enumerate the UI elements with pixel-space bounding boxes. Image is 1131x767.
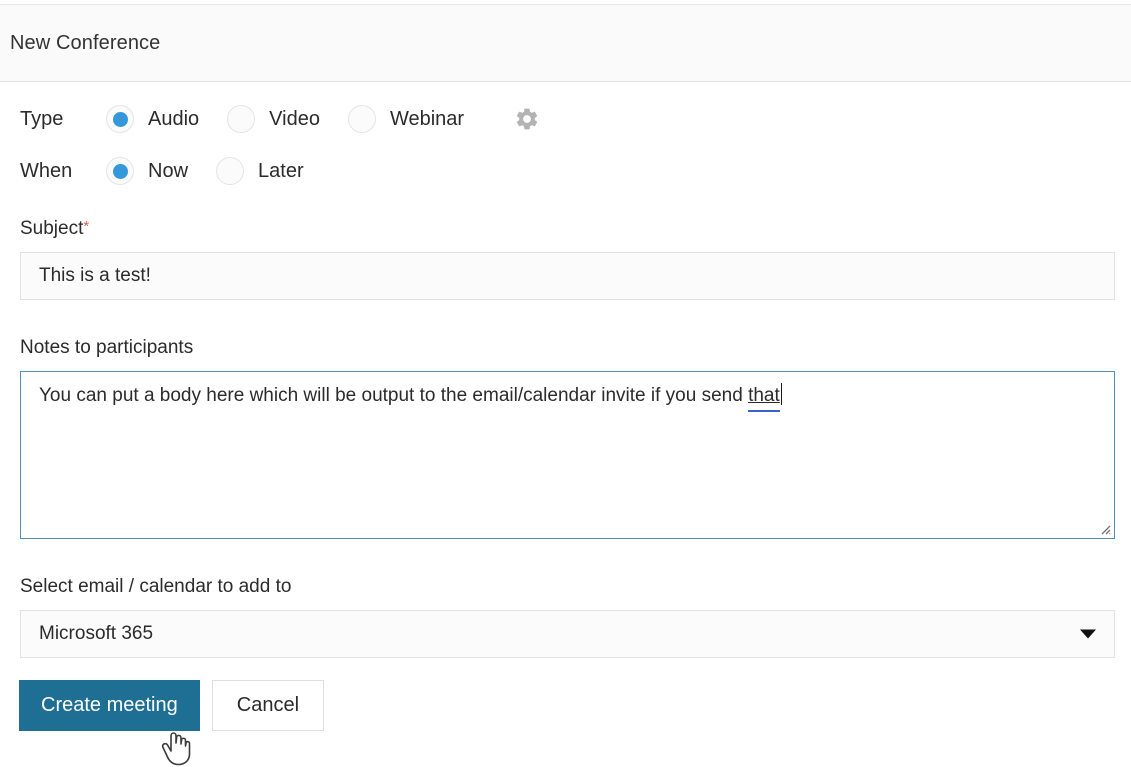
radio-mark-audio[interactable] [106,105,134,133]
radio-option-video[interactable]: Video [227,105,320,133]
radio-mark-video[interactable] [227,105,256,133]
conference-form: Type Audio Video Webinar When Now Later … [0,83,1131,731]
cancel-button[interactable]: Cancel [211,680,325,731]
page-title: New Conference [10,31,161,54]
radio-label-webinar: Webinar [389,107,465,130]
radio-label-later: Later [258,159,304,182]
notes-text-content: You can put a body here which will be ou… [39,383,1104,409]
notes-text-misspelled-word: that [748,385,780,406]
notes-textarea[interactable]: You can put a body here which will be ou… [20,371,1115,539]
radio-option-webinar[interactable]: Webinar [347,105,465,133]
subject-label-text: Subject [20,218,84,239]
when-row-label: When [20,159,73,182]
radio-label-video: Video [269,107,320,130]
type-row: Type Audio Video Webinar [0,93,1131,145]
required-asterisk: * [83,218,90,235]
subject-input[interactable] [20,252,1115,300]
radio-label-audio: Audio [148,107,200,130]
notes-text-prefix: You can put a body here which will be ou… [39,385,749,406]
notes-label: Notes to participants [20,337,194,358]
create-meeting-button[interactable]: Create meeting [19,680,200,731]
radio-option-audio[interactable]: Audio [106,105,199,133]
chevron-down-icon[interactable] [1080,629,1096,639]
radio-mark-later[interactable] [216,157,245,185]
calendar-select-label: Select email / calendar to add to [20,576,292,597]
calendar-select[interactable]: Microsoft 365 [20,610,1115,658]
gear-icon[interactable] [514,106,540,132]
text-caret [780,383,782,405]
radio-mark-now[interactable] [106,157,134,185]
panel-header: New Conference [0,4,1131,82]
resize-handle-icon[interactable] [1098,522,1111,535]
type-row-label: Type [20,107,64,130]
action-buttons: Create meeting Cancel [19,680,1131,731]
radio-option-now[interactable]: Now [106,157,188,185]
subject-label: Subject* [0,219,1131,238]
radio-label-now: Now [148,159,189,182]
when-row: When Now Later [0,145,1131,197]
radio-mark-webinar[interactable] [347,105,376,133]
calendar-select-value: Microsoft 365 [39,623,154,644]
radio-option-later[interactable]: Later [216,157,304,185]
